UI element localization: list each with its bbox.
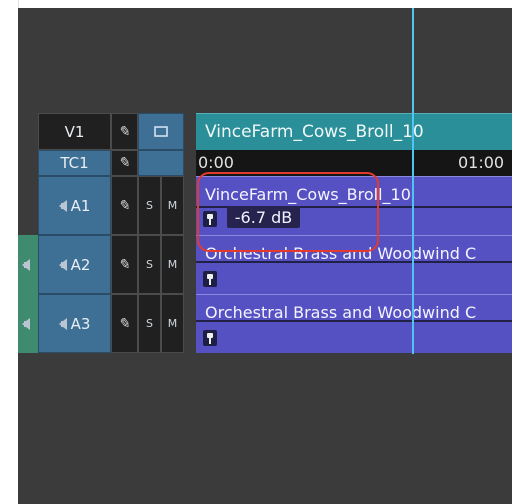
marker-icon[interactable] bbox=[203, 330, 217, 346]
track-target-a3[interactable] bbox=[18, 294, 38, 353]
video-clip-name: VinceFarm_Cows_Broll_10 bbox=[205, 122, 424, 142]
left-margin bbox=[0, 0, 19, 504]
video-clip-v1[interactable]: VinceFarm_Cows_Broll_10 bbox=[196, 113, 512, 150]
pen-icon: ✎ bbox=[116, 256, 133, 273]
pen-icon: ✎ bbox=[116, 197, 133, 214]
sync-lock-v1[interactable]: ✎ bbox=[111, 113, 138, 150]
track-target-a2[interactable] bbox=[18, 235, 38, 294]
timecode-start: 0:00 bbox=[198, 153, 234, 172]
track-label-a1: A1 bbox=[70, 196, 91, 215]
mute-button-a2[interactable]: M bbox=[161, 235, 184, 294]
speaker-icon bbox=[22, 318, 30, 330]
solo-label: S bbox=[146, 317, 153, 330]
solo-label: S bbox=[146, 199, 153, 212]
sync-lock-tc1[interactable]: ✎ bbox=[111, 150, 138, 176]
solo-label: S bbox=[146, 258, 153, 271]
track-label-a2: A2 bbox=[70, 255, 91, 274]
track-header-a1[interactable]: A1 bbox=[38, 176, 111, 235]
track-label-a3: A3 bbox=[70, 314, 91, 333]
solo-button-a1[interactable]: S bbox=[138, 176, 161, 235]
volume-line-a3[interactable] bbox=[196, 320, 512, 322]
toggle-track-output-v1[interactable] bbox=[138, 113, 184, 150]
sync-lock-a3[interactable]: ✎ bbox=[111, 294, 138, 353]
pen-icon: ✎ bbox=[116, 155, 133, 171]
speaker-icon bbox=[22, 259, 30, 271]
solo-button-a2[interactable]: S bbox=[138, 235, 161, 294]
speaker-icon bbox=[58, 258, 67, 271]
audio-clip-a3[interactable]: Orchestral Brass and Woodwind C bbox=[196, 294, 512, 353]
mute-button-a3[interactable]: M bbox=[161, 294, 184, 353]
highlight-annotation bbox=[197, 172, 379, 252]
right-margin bbox=[512, 0, 522, 504]
solo-button-a3[interactable]: S bbox=[138, 294, 161, 353]
timecode-end: 01:00 bbox=[458, 153, 505, 172]
speaker-icon bbox=[58, 199, 67, 212]
editor-window: V1 ✎ TC1 ✎ A1 ✎ S M A2 ✎ S M A3 ✎ S M Vi… bbox=[0, 0, 522, 504]
mute-label: M bbox=[167, 317, 178, 330]
track-label-tc1: TC1 bbox=[60, 154, 89, 172]
volume-line-a2[interactable] bbox=[196, 261, 512, 263]
sync-lock-a1[interactable]: ✎ bbox=[111, 176, 138, 235]
track-header-a2[interactable]: A2 bbox=[38, 235, 111, 294]
mute-button-a1[interactable]: M bbox=[161, 176, 184, 235]
monitor-icon bbox=[154, 125, 168, 137]
sync-lock-a2[interactable]: ✎ bbox=[111, 235, 138, 294]
playhead[interactable] bbox=[412, 8, 414, 354]
track-header-a3[interactable]: A3 bbox=[38, 294, 111, 353]
pen-icon: ✎ bbox=[116, 315, 133, 332]
track-header-v1[interactable]: V1 bbox=[38, 113, 111, 150]
toggle-track-tc1[interactable] bbox=[138, 150, 184, 176]
mute-label: M bbox=[167, 258, 178, 271]
mute-label: M bbox=[167, 199, 178, 212]
track-header-tc1[interactable]: TC1 bbox=[38, 150, 111, 176]
speaker-icon bbox=[58, 317, 67, 330]
marker-icon[interactable] bbox=[203, 271, 217, 287]
pen-icon: ✎ bbox=[116, 123, 133, 140]
track-label-v1: V1 bbox=[64, 122, 85, 141]
